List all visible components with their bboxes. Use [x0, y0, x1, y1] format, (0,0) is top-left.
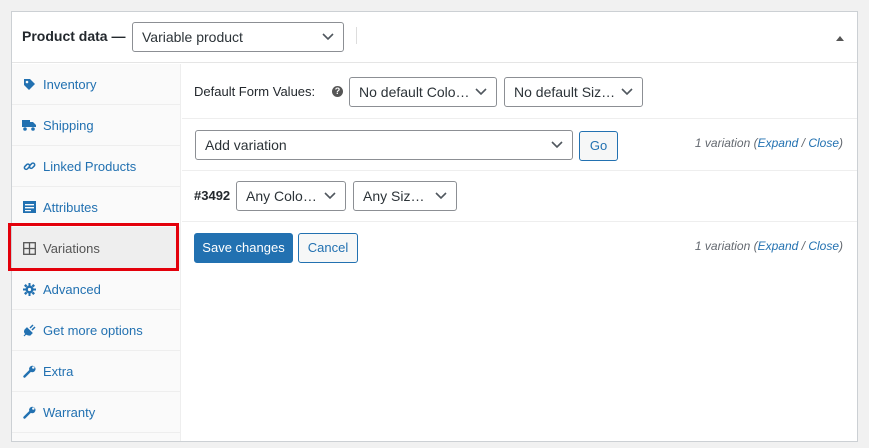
expand-link[interactable]: Expand	[758, 239, 799, 253]
separator: /	[798, 239, 809, 253]
variation-count-prefix: 1 variation (	[694, 136, 758, 150]
go-button[interactable]: Go	[579, 131, 618, 161]
tab-advanced[interactable]: Advanced	[12, 269, 180, 310]
variation-id: #3492	[194, 188, 231, 203]
variation-count-suffix: )	[839, 239, 843, 253]
product-data-tabs: Inventory Shipping Linked Products Attri…	[12, 64, 181, 441]
tab-label: Warranty	[43, 405, 96, 420]
variation-toolbar-row: Add variation Go 1 variation (Expand / C…	[182, 119, 857, 171]
chevron-down-icon	[321, 23, 335, 51]
panel-header: Product data — Variable product	[12, 12, 857, 63]
tab-variations[interactable]: Variations	[12, 228, 181, 269]
tab-get-more-options[interactable]: Get more options	[12, 310, 180, 351]
variation-count-suffix: )	[839, 136, 843, 150]
wrench-icon	[22, 405, 36, 419]
tab-label: Linked Products	[43, 159, 137, 174]
wrench-icon	[22, 364, 36, 378]
tag-icon	[22, 77, 36, 91]
product-type-value: Variable product	[142, 29, 243, 45]
product-data-panel: Product data — Variable product Inventor…	[11, 11, 858, 442]
variations-panel: Default Form Values: ? No default Color……	[182, 64, 857, 441]
product-type-select[interactable]: Variable product	[132, 22, 344, 52]
tab-label: Advanced	[43, 282, 101, 297]
variation-size-select[interactable]: Any Size…	[353, 181, 457, 211]
tab-extra[interactable]: Extra	[12, 351, 180, 392]
tab-label: Get more options	[43, 323, 143, 338]
default-size-select[interactable]: No default Size…	[504, 77, 643, 107]
chevron-down-icon	[474, 78, 488, 106]
expand-link[interactable]: Expand	[758, 136, 799, 150]
save-changes-button[interactable]: Save changes	[194, 233, 293, 263]
tab-label: Extra	[43, 364, 74, 379]
chevron-down-icon	[323, 182, 337, 210]
default-form-values-label: Default Form Values:	[194, 84, 316, 99]
gear-icon	[22, 282, 36, 296]
close-link[interactable]: Close	[808, 239, 839, 253]
cancel-button[interactable]: Cancel	[298, 233, 358, 263]
variation-count-prefix: 1 variation (	[694, 239, 758, 253]
variation-count: 1 variation (Expand / Close)	[695, 239, 843, 253]
variation-count: 1 variation (Expand / Close)	[695, 136, 843, 150]
chevron-down-icon	[550, 131, 564, 159]
help-icon[interactable]: ?	[332, 86, 343, 97]
variation-action-select[interactable]: Add variation	[195, 130, 573, 160]
header-divider	[356, 27, 357, 44]
variation-color-select[interactable]: Any Color…	[236, 181, 346, 211]
list-icon	[22, 200, 36, 214]
save-row: Save changes Cancel 1 variation (Expand …	[182, 222, 857, 274]
separator: /	[798, 136, 809, 150]
tab-label: Shipping	[43, 118, 94, 133]
collapse-arrow-icon[interactable]	[835, 32, 845, 42]
grid-icon	[22, 241, 36, 255]
panel-title: Product data —	[22, 28, 126, 44]
tab-shipping[interactable]: Shipping	[12, 105, 180, 146]
variation-action-value: Add variation	[205, 137, 287, 153]
tab-inventory[interactable]: Inventory	[12, 64, 180, 105]
truck-icon	[22, 118, 36, 132]
tab-label: Variations	[43, 241, 100, 256]
chevron-down-icon	[620, 78, 634, 106]
chevron-down-icon	[434, 182, 448, 210]
plugin-icon	[22, 323, 36, 337]
link-icon	[22, 159, 36, 173]
tab-label: Inventory	[43, 77, 97, 92]
tab-warranty[interactable]: Warranty	[12, 392, 180, 433]
close-link[interactable]: Close	[808, 136, 839, 150]
tab-linked-products[interactable]: Linked Products	[12, 146, 180, 187]
tab-attributes[interactable]: Attributes	[12, 187, 180, 228]
default-form-values-row: Default Form Values: ? No default Color……	[182, 64, 857, 119]
variation-row: #3492 Any Color… Any Size…	[182, 171, 857, 222]
tab-label: Attributes	[43, 200, 98, 215]
default-color-select[interactable]: No default Color…	[349, 77, 497, 107]
